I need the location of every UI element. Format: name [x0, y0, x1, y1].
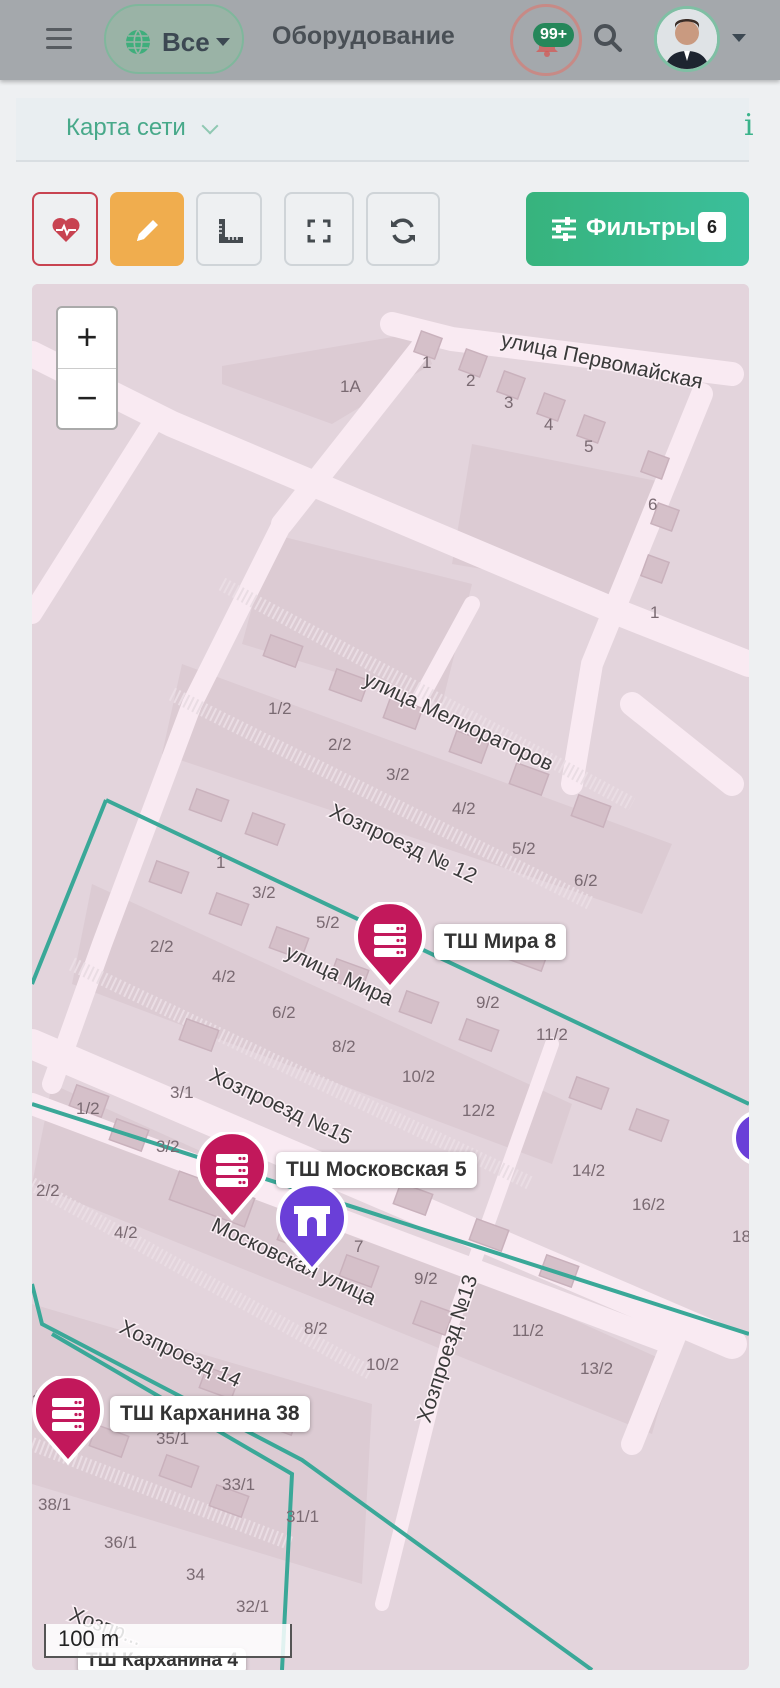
globe-icon [126, 29, 150, 55]
expand-icon [307, 219, 331, 243]
scope-label: Все [162, 27, 210, 57]
scope-dropdown[interactable]: Все [104, 4, 244, 74]
house-number: 2/2 [150, 937, 174, 956]
notifications-badge: 99+ [533, 23, 575, 47]
top-bar: Все Оборудование 99+ [0, 0, 780, 80]
house-number: 7 [354, 1237, 363, 1256]
network-map[interactable]: улица Первомайская улица Мелиораторов Хо… [32, 284, 749, 1670]
house-number: 4/2 [452, 799, 476, 818]
house-number: 18 [732, 1227, 749, 1246]
house-number: 5/2 [512, 839, 536, 858]
house-number: 1 [650, 603, 659, 622]
house-number: 2/2 [36, 1181, 60, 1200]
house-number: 10/2 [402, 1067, 435, 1086]
house-number: 4 [544, 415, 553, 434]
house-number: 9/2 [476, 993, 500, 1012]
house-number: 6 [648, 495, 657, 514]
heart-pulse-icon [52, 218, 80, 242]
edit-button[interactable] [110, 192, 184, 266]
zoom-control: + − [56, 306, 118, 430]
house-number: 38/1 [38, 1495, 71, 1514]
house-number: 3/2 [156, 1137, 180, 1156]
house-number: 14/2 [572, 1161, 605, 1180]
server-marker[interactable] [32, 1376, 104, 1466]
house-number: 1 [216, 853, 225, 872]
house-number: 34 [186, 1565, 205, 1584]
house-number: 3/1 [170, 1083, 194, 1102]
house-number: 36/1 [104, 1533, 137, 1552]
house-number: 33/1 [222, 1475, 255, 1494]
filters-button[interactable]: Фильтры 6 [526, 192, 749, 266]
arch-marker[interactable] [276, 1184, 348, 1274]
house-number: 6/2 [574, 871, 598, 890]
fullscreen-button[interactable] [284, 192, 354, 266]
health-button[interactable] [32, 192, 98, 266]
notifications-button[interactable]: 99+ [510, 4, 582, 76]
marker-label[interactable]: ТШ Московская 5 [276, 1152, 477, 1188]
refresh-button[interactable] [366, 192, 440, 266]
chevron-down-icon[interactable] [732, 34, 746, 42]
server-marker[interactable] [354, 902, 426, 992]
chevron-down-icon[interactable] [201, 117, 219, 135]
avatar-image [657, 9, 717, 69]
house-number: 1/2 [268, 699, 292, 718]
menu-icon[interactable] [46, 28, 72, 50]
view-selector[interactable]: Карта сети [66, 114, 186, 142]
house-number: 31/1 [286, 1507, 319, 1526]
house-number: 8/2 [332, 1037, 356, 1056]
search-icon[interactable] [592, 22, 624, 54]
info-icon[interactable]: i [744, 108, 754, 143]
house-number: 1 [422, 353, 431, 372]
marker-label[interactable]: ТШ Мира 8 [434, 924, 567, 960]
avatar[interactable] [654, 6, 720, 72]
sliders-icon [552, 217, 576, 241]
measure-button[interactable] [196, 192, 262, 266]
house-number: 1А [340, 377, 361, 396]
zoom-in-button[interactable]: + [58, 308, 116, 369]
marker-label[interactable]: ТШ Карханина 38 [110, 1396, 310, 1432]
house-number: 16/2 [632, 1195, 665, 1214]
house-number: 5 [584, 437, 593, 456]
house-number: 32/1 [236, 1597, 269, 1616]
house-number: 2 [466, 371, 475, 390]
arch-marker[interactable] [730, 1108, 749, 1168]
house-number: 6/2 [272, 1003, 296, 1022]
house-number: 1/2 [76, 1099, 100, 1118]
house-number: 4/2 [114, 1223, 138, 1242]
house-number: 3/2 [252, 883, 276, 902]
house-number: 10/2 [366, 1355, 399, 1374]
house-number: 11/2 [536, 1025, 568, 1044]
view-bar: Карта сети i [16, 98, 754, 162]
server-marker[interactable] [196, 1132, 268, 1222]
zoom-out-button[interactable]: − [58, 369, 116, 429]
house-number: 4/2 [212, 967, 236, 986]
house-number: 11/2 [512, 1321, 544, 1340]
page-title: Оборудование [272, 22, 455, 50]
refresh-icon [391, 218, 415, 244]
filters-label: Фильтры [586, 214, 697, 241]
house-number: 3/2 [386, 765, 410, 784]
house-number: 13/2 [580, 1359, 613, 1378]
filters-count-badge: 6 [698, 212, 726, 242]
house-number: 2/2 [328, 735, 352, 754]
pencil-icon [137, 220, 158, 241]
ruler-icon [219, 219, 243, 243]
map-scale: 100 m [44, 1624, 292, 1658]
house-number: 3 [504, 393, 513, 412]
house-number: 9/2 [414, 1269, 438, 1288]
house-number: 12/2 [462, 1101, 495, 1120]
house-number: 5/2 [316, 913, 340, 932]
chevron-down-icon [216, 38, 230, 46]
house-number: 8/2 [304, 1319, 328, 1338]
